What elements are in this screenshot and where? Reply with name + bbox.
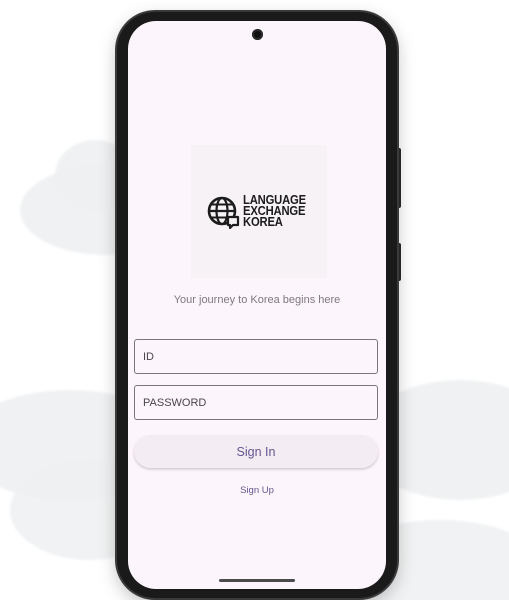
- app-logo: LANGUAGE EXCHANGE KOREA: [191, 145, 327, 278]
- home-indicator: [219, 579, 295, 582]
- id-input[interactable]: [134, 339, 378, 374]
- front-camera: [252, 29, 263, 40]
- sign-in-button[interactable]: Sign In: [134, 435, 378, 468]
- phone-frame: LANGUAGE EXCHANGE KOREA Your journey to …: [117, 12, 397, 598]
- tagline: Your journey to Korea begins here: [173, 294, 341, 306]
- app-screen: LANGUAGE EXCHANGE KOREA Your journey to …: [128, 21, 386, 589]
- logo-content: LANGUAGE EXCHANGE KOREA: [206, 194, 313, 229]
- logo-line: KOREA: [242, 215, 283, 229]
- sign-up-link[interactable]: Sign Up: [128, 485, 386, 496]
- globe-chat-icon: [207, 196, 239, 229]
- password-input[interactable]: [134, 385, 378, 420]
- logo-wordmark: LANGUAGE EXCHANGE KOREA: [242, 194, 306, 229]
- mockup-stage: LANGUAGE EXCHANGE KOREA Your journey to …: [0, 0, 509, 600]
